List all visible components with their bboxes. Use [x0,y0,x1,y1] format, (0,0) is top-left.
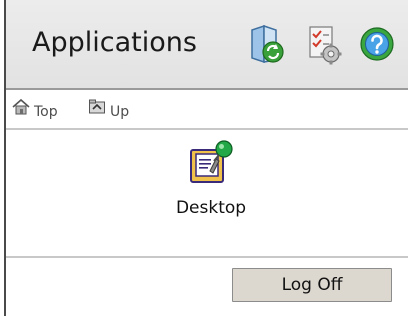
up-folder-icon [88,98,106,120]
applications-list: Desktop [6,130,408,258]
nav-up-link[interactable]: Up [88,98,129,120]
applications-panel: Applications Top Up Desktop Log Off [0,0,408,316]
app-item-desktop[interactable]: Desktop [156,140,266,218]
nav-top-link[interactable]: Top [12,98,58,120]
nav-up-label: Up [110,104,130,120]
home-icon [12,98,30,120]
page-title: Applications [32,27,197,58]
nav-top-label: Top [34,104,58,120]
help-icon[interactable] [356,22,398,66]
desktop-app-icon [188,140,234,190]
footer-bar: Log Off [6,258,408,316]
header-bar: Applications [6,0,408,90]
navigation-bar: Top Up [6,90,408,130]
app-label-desktop: Desktop [175,198,247,218]
preferences-icon[interactable] [304,22,346,66]
refresh-icon[interactable] [246,22,288,66]
log-off-button[interactable]: Log Off [232,268,392,302]
